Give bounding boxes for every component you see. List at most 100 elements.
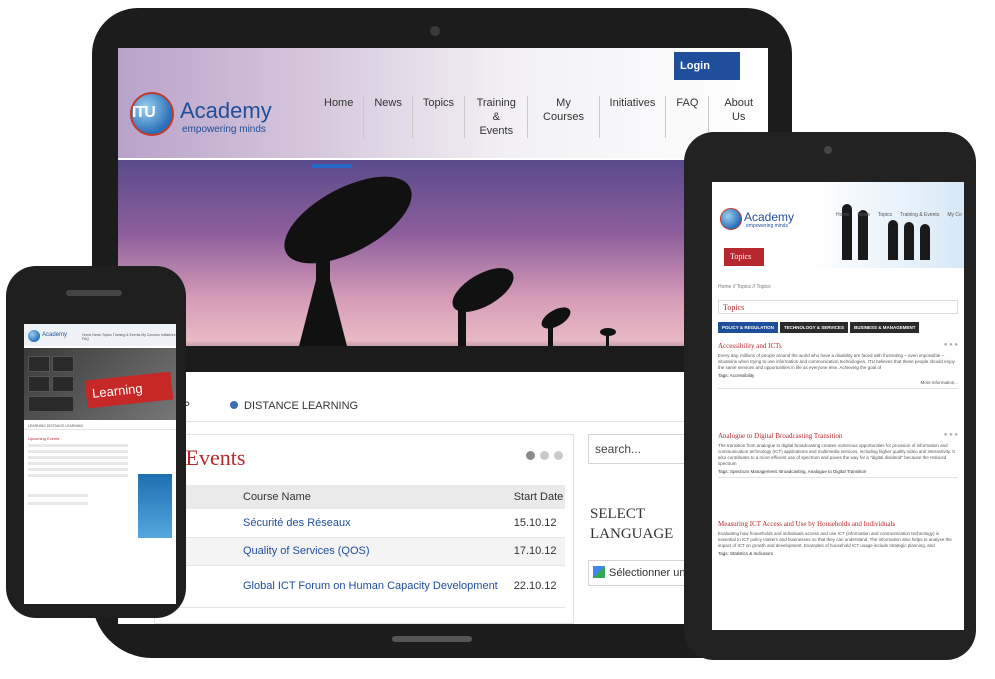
course-name-cell[interactable]: Global ICT Forum on Human Capacity Devel… bbox=[235, 565, 506, 608]
list-item[interactable] bbox=[28, 456, 128, 459]
hero-ground bbox=[118, 346, 768, 372]
learning-key-illustration: Learning bbox=[84, 371, 174, 409]
table-row[interactable]: Global ICT Forum on Human Capacity Devel… bbox=[165, 565, 565, 608]
keyboard-key bbox=[28, 376, 50, 392]
content-tabs: OP DISTANCE LEARNING bbox=[118, 392, 768, 422]
laptop-camera bbox=[430, 26, 440, 36]
article-title[interactable]: Measuring ICT Access and Use by Househol… bbox=[718, 520, 958, 528]
list-item[interactable] bbox=[28, 444, 128, 447]
table-row[interactable]: Quality of Services (QOS) 17.10.12 bbox=[165, 537, 565, 566]
article-body: The transition from analogue to digital … bbox=[718, 443, 955, 466]
tab-business-management[interactable]: BUSINESS & MANAGEMENT bbox=[849, 322, 920, 333]
people-silhouettes-illustration bbox=[832, 186, 952, 266]
tablet-section-title: Topics bbox=[718, 300, 958, 314]
phone-ad-banner[interactable] bbox=[138, 474, 172, 538]
tablet-nav-news[interactable]: News bbox=[857, 212, 870, 218]
divider bbox=[718, 388, 958, 389]
phone-screen: Academy Home News Topics Training & Even… bbox=[24, 324, 176, 604]
keyboard-key bbox=[28, 396, 74, 412]
course-name-cell[interactable]: Quality of Services (QOS) bbox=[235, 537, 506, 566]
phone-device: Academy Home News Topics Training & Even… bbox=[6, 266, 186, 618]
tab-distance-learning-label: DISTANCE LEARNING bbox=[244, 400, 359, 412]
article-tags[interactable]: Tags: Statistics & Indicators bbox=[718, 551, 958, 556]
tab-technology-services[interactable]: TECHNOLOGY & SERVICES bbox=[779, 322, 848, 333]
nav-news[interactable]: News bbox=[363, 96, 412, 138]
tablet-camera bbox=[824, 146, 832, 154]
tab-distance-learning[interactable]: DISTANCE LEARNING bbox=[230, 400, 358, 412]
tab-policy-regulation[interactable]: POLICY & REGULATION bbox=[718, 322, 778, 333]
phone-tabs-bar[interactable]: LEARNING DISTANCE LEARNING bbox=[24, 422, 176, 430]
phone-header: Academy Home News Topics Training & Even… bbox=[24, 324, 176, 346]
devices-showcase: Login ITU Academy empowering minds Home … bbox=[0, 0, 995, 679]
tablet-nav-training[interactable]: Training & Events bbox=[900, 212, 939, 218]
pager-dot[interactable] bbox=[526, 451, 535, 460]
tablet-topics-tab[interactable]: Topics bbox=[724, 248, 764, 266]
course-name-cell[interactable]: Sécurité des Réseaux bbox=[235, 509, 506, 538]
laptop-speaker-slot bbox=[392, 636, 472, 642]
tablet-category-tabs: POLICY & REGULATION TECHNOLOGY & SERVICE… bbox=[718, 322, 920, 333]
nav-home[interactable]: Home bbox=[314, 96, 363, 138]
start-date-cell: 15.10.12 bbox=[505, 509, 565, 538]
phone-nav[interactable]: Home News Topics Training & Events My Co… bbox=[82, 333, 176, 341]
satellite-dishes-illustration bbox=[284, 176, 616, 350]
article-tags[interactable]: Tags: Spectrum Management, Broadcasting,… bbox=[718, 469, 958, 474]
article-item: ● ● ● Accessibility and ICTs Every day, … bbox=[718, 342, 958, 389]
article-title[interactable]: Analogue to Digital Broadcasting Transit… bbox=[718, 432, 958, 440]
article-pager-icon[interactable]: ● ● ● bbox=[944, 342, 958, 348]
nav-my-courses[interactable]: My Courses bbox=[527, 96, 598, 138]
more-information-link[interactable]: More information... bbox=[718, 380, 958, 385]
itu-globe-logo-icon[interactable] bbox=[720, 208, 742, 230]
logo-tagline: empowering minds bbox=[182, 124, 266, 135]
start-date-cell: 22.10.12 bbox=[505, 565, 565, 608]
list-item[interactable] bbox=[28, 450, 128, 453]
select-language-heading: SELECT LANGUAGE bbox=[590, 506, 674, 542]
tablet-nav-topics[interactable]: Topics bbox=[878, 212, 892, 218]
tablet-device: Academy empowering minds Home News Topic… bbox=[684, 132, 976, 660]
tablet-header: Academy empowering minds Home News Topic… bbox=[712, 182, 964, 268]
phone-logo-title[interactable]: Academy bbox=[42, 332, 67, 338]
keyboard-key bbox=[28, 356, 50, 372]
list-item[interactable] bbox=[28, 494, 88, 497]
keyboard-key bbox=[52, 376, 74, 392]
tablet-nav: Home News Topics Training & Events My Co bbox=[836, 212, 962, 218]
nav-training-events[interactable]: Training & Events bbox=[464, 96, 527, 138]
table-row[interactable]: Sécurité des Réseaux 15.10.12 bbox=[165, 509, 565, 538]
tablet-logo-title[interactable]: Academy bbox=[744, 210, 794, 224]
phone-speaker bbox=[66, 290, 122, 296]
events-pager bbox=[526, 451, 563, 460]
article-item: Measuring ICT Access and Use by Househol… bbox=[718, 520, 958, 556]
tab-bullet-icon bbox=[230, 401, 238, 409]
nav-initiatives[interactable]: Initiatives bbox=[598, 96, 666, 138]
pager-dot[interactable] bbox=[540, 451, 549, 460]
hero-banner bbox=[118, 160, 768, 372]
main-nav: Home News Topics Training & Events My Co… bbox=[314, 96, 768, 138]
list-item[interactable] bbox=[28, 462, 128, 465]
list-item[interactable] bbox=[28, 474, 128, 477]
itu-globe-logo-icon[interactable] bbox=[28, 330, 40, 342]
divider bbox=[718, 477, 958, 478]
article-item: ● ● ● Analogue to Digital Broadcasting T… bbox=[718, 432, 958, 478]
nav-faq[interactable]: FAQ bbox=[665, 96, 708, 138]
tablet-nav-my-courses[interactable]: My Co bbox=[947, 212, 961, 218]
article-pager-icon[interactable]: ● ● ● bbox=[944, 432, 958, 438]
logo-itu-text: ITU bbox=[132, 104, 156, 121]
nav-topics[interactable]: Topics bbox=[411, 96, 464, 138]
breadcrumb[interactable]: Home // Topics // Topics bbox=[718, 284, 771, 290]
events-table: Course Name Start Date Sécurité des Rése… bbox=[165, 485, 565, 608]
list-item[interactable] bbox=[28, 502, 88, 505]
tablet-nav-home[interactable]: Home bbox=[836, 212, 849, 218]
logo-title[interactable]: Academy bbox=[180, 98, 272, 124]
article-tags[interactable]: Tags: Accessibility bbox=[718, 373, 958, 378]
table-header-date: Start Date bbox=[505, 485, 565, 509]
google-translate-icon bbox=[593, 566, 605, 578]
upcoming-events-panel: g Events Course Name Start Date Sécurité… bbox=[154, 434, 574, 624]
laptop-screen: Login ITU Academy empowering minds Home … bbox=[118, 48, 768, 624]
language-select-label: Sélectionner une bbox=[609, 567, 692, 579]
table-header-row: Course Name Start Date bbox=[165, 485, 565, 509]
list-item[interactable] bbox=[28, 468, 128, 471]
pager-dot[interactable] bbox=[554, 451, 563, 460]
login-button[interactable]: Login bbox=[674, 52, 740, 80]
article-title[interactable]: Accessibility and ICTs bbox=[718, 342, 958, 350]
site-header: Login ITU Academy empowering minds Home … bbox=[118, 48, 768, 158]
keyboard-key bbox=[52, 356, 74, 372]
